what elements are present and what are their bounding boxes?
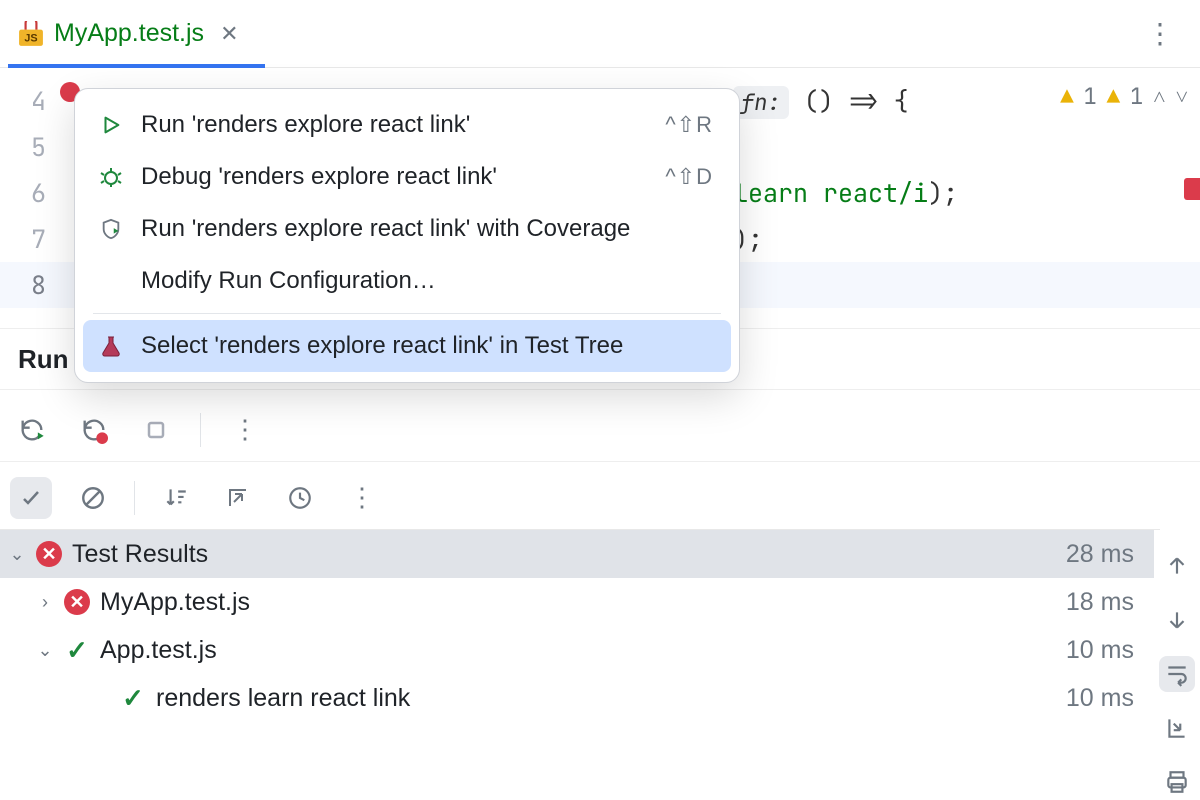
rerun-button[interactable] (14, 412, 50, 448)
menu-label: Select 'renders explore react link' in T… (141, 332, 623, 360)
line-number[interactable]: 4 (0, 78, 58, 124)
test-results-tree: ⌄ ✕ Test Results 28 ms › ✕ MyApp.test.js… (0, 530, 1154, 800)
run-icon (97, 114, 125, 136)
history-button[interactable] (279, 477, 321, 519)
show-passed-toggle[interactable] (10, 477, 52, 519)
coverage-icon (97, 217, 125, 241)
line-number[interactable]: 8 (0, 262, 58, 308)
parameter-hint: fn: (733, 86, 789, 119)
test-duration: 28 ms (1066, 540, 1134, 569)
editor-tab-bar: JS MyApp.test.js ✕ ⋮ (0, 0, 1200, 68)
toolbar-separator (200, 413, 201, 447)
menu-label: Modify Run Configuration… (141, 267, 436, 295)
weak-warning-icon: ▲ (1107, 82, 1120, 111)
close-tab-icon[interactable]: ✕ (214, 21, 244, 47)
menu-select-in-test-tree[interactable]: Select 'renders explore react link' in T… (83, 320, 731, 372)
error-stripe-mark[interactable] (1184, 178, 1200, 200)
test-failed-icon: ✕ (62, 589, 92, 615)
scroll-to-end-icon[interactable] (1159, 710, 1195, 746)
stop-button[interactable] (138, 412, 174, 448)
line-number[interactable]: 7 (0, 216, 58, 262)
test-passed-icon: ✓ (118, 683, 148, 714)
test-filter-toolbar: ⋮ (0, 466, 1160, 530)
test-case-row[interactable]: ✓ renders learn react link 10 ms (0, 674, 1154, 722)
run-toolbar-primary: ⋮ (0, 398, 1200, 462)
menu-shortcut: ^⇧R (665, 112, 713, 138)
print-icon[interactable] (1159, 764, 1195, 800)
menu-label: Debug 'renders explore react link' (141, 163, 497, 191)
more-actions-icon[interactable]: ⋮ (227, 412, 263, 448)
scroll-down-icon[interactable] (1159, 602, 1195, 638)
debug-icon (97, 165, 125, 189)
test-node-label: MyApp.test.js (100, 588, 250, 617)
chevron-up-icon[interactable]: ˄ (1153, 82, 1165, 111)
chevron-down-icon[interactable]: ⌄ (28, 640, 62, 661)
run-toolwindow-title: Run (18, 344, 69, 375)
menu-label: Run 'renders explore react link' (141, 111, 470, 139)
menu-label: Run 'renders explore react link' with Co… (141, 215, 630, 243)
menu-shortcut: ^⇧D (665, 164, 713, 190)
soft-wrap-icon[interactable] (1159, 656, 1195, 692)
gutter-context-menu: Run 'renders explore react link' ^⇧R Deb… (74, 88, 740, 383)
scroll-up-icon[interactable] (1159, 548, 1195, 584)
test-duration: 18 ms (1066, 588, 1134, 617)
editor-tab[interactable]: JS MyApp.test.js ✕ (8, 0, 265, 68)
show-ignored-toggle[interactable] (72, 477, 114, 519)
test-file-row[interactable]: ⌄ ✓ App.test.js 10 ms (0, 626, 1154, 674)
line-number[interactable]: 5 (0, 124, 58, 170)
chevron-right-icon[interactable]: › (28, 592, 62, 613)
js-test-file-icon: JS (18, 21, 44, 47)
test-output-side-toolbar (1154, 530, 1200, 800)
test-duration: 10 ms (1066, 636, 1134, 665)
test-node-label: Test Results (72, 540, 208, 569)
expand-all-button[interactable] (217, 477, 259, 519)
line-number[interactable]: 6 (0, 170, 58, 216)
more-filters-icon[interactable]: ⋮ (341, 477, 383, 519)
test-root-row[interactable]: ⌄ ✕ Test Results 28 ms (0, 530, 1154, 578)
test-file-row[interactable]: › ✕ MyApp.test.js 18 ms (0, 578, 1154, 626)
chevron-down-icon[interactable]: ⌄ (0, 544, 34, 565)
test-node-label: renders learn react link (156, 684, 410, 713)
test-passed-icon: ✓ (62, 635, 92, 666)
menu-run-coverage[interactable]: Run 'renders explore react link' with Co… (83, 203, 731, 255)
inspections-widget[interactable]: ▲1 ▲1 ˄ ˅ (1060, 82, 1188, 111)
test-flask-icon (97, 334, 125, 358)
tab-overflow-menu-icon[interactable]: ⋮ (1128, 27, 1192, 41)
menu-separator (93, 313, 721, 314)
test-duration: 10 ms (1066, 684, 1134, 713)
editor-gutter: 4 5 6 7 8 (0, 68, 58, 328)
warning-icon: ▲ (1060, 82, 1073, 111)
menu-run-test[interactable]: Run 'renders explore react link' ^⇧R (83, 99, 731, 151)
test-failed-icon: ✕ (34, 541, 64, 567)
menu-modify-run-config[interactable]: Modify Run Configuration… (83, 255, 731, 307)
chevron-down-icon[interactable]: ˅ (1176, 82, 1188, 111)
svg-text:JS: JS (24, 32, 37, 44)
sort-button[interactable] (155, 477, 197, 519)
rerun-failed-button[interactable] (76, 412, 112, 448)
toolbar-separator (134, 481, 135, 515)
menu-debug-test[interactable]: Debug 'renders explore react link' ^⇧D (83, 151, 731, 203)
test-node-label: App.test.js (100, 636, 217, 665)
tab-filename: MyApp.test.js (54, 19, 204, 48)
